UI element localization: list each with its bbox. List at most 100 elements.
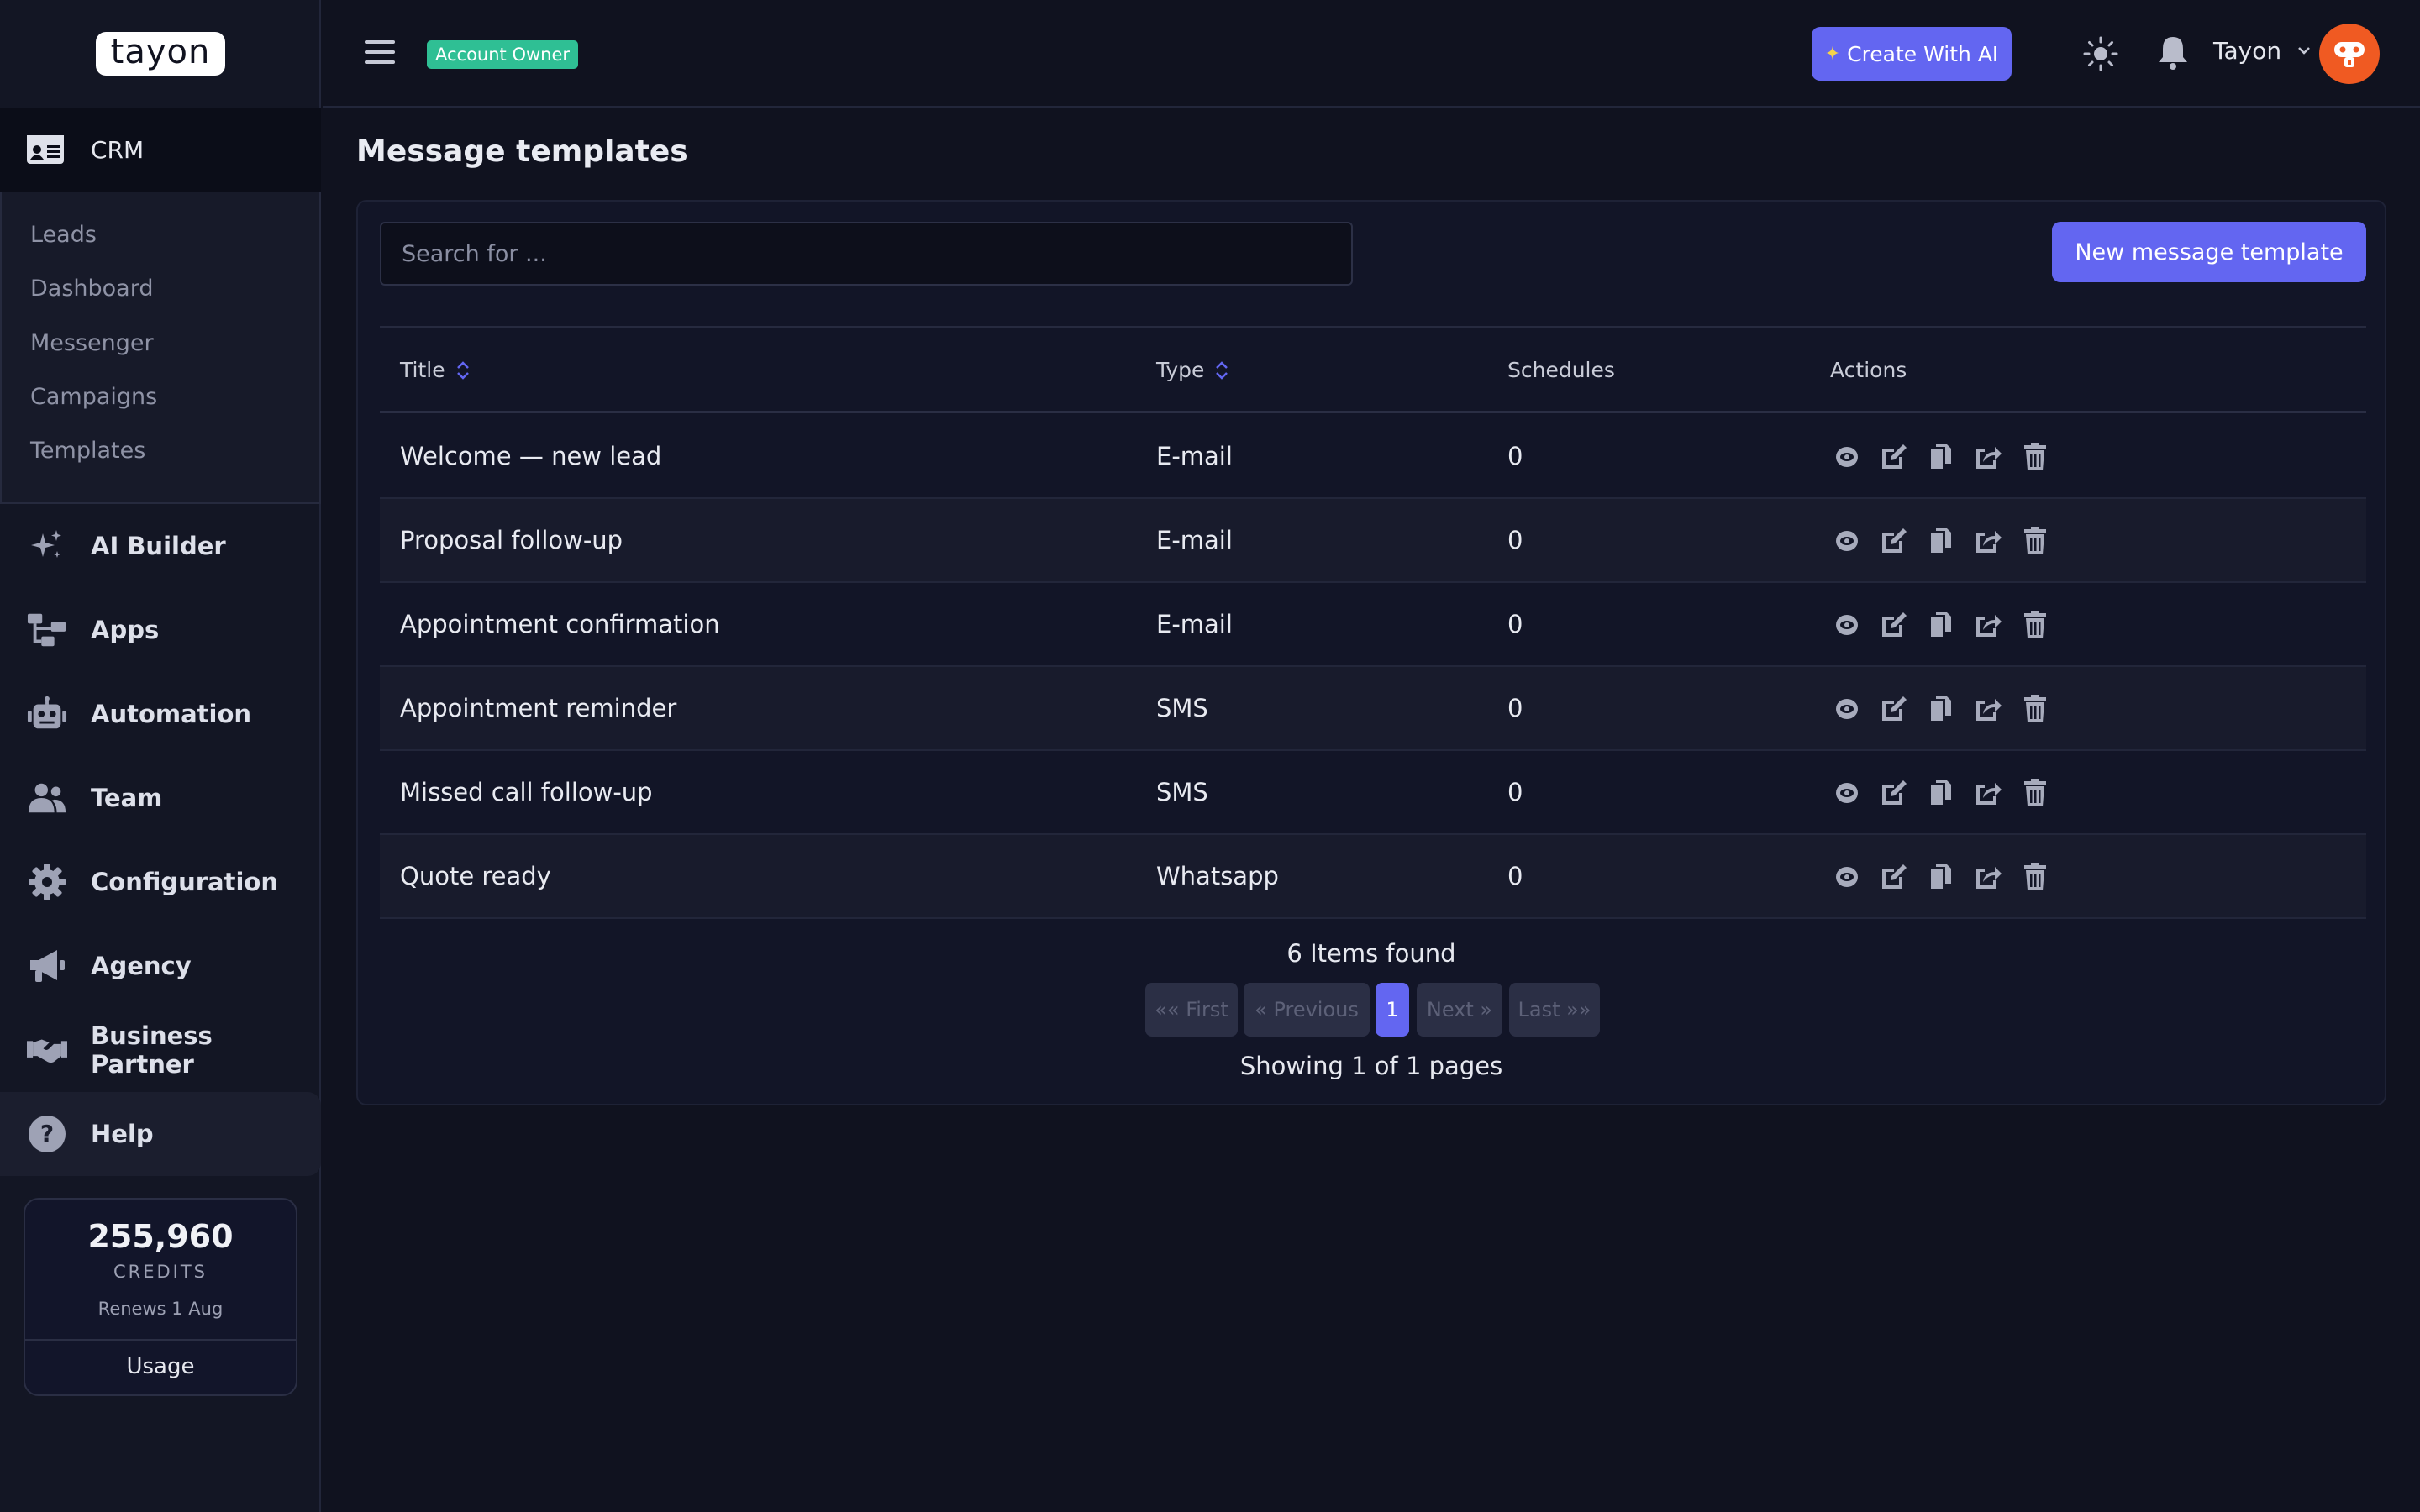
credits-amount: 255,960: [87, 1218, 234, 1255]
eye-icon[interactable]: [1830, 524, 1864, 558]
trash-icon[interactable]: [2018, 692, 2052, 726]
table-row[interactable]: Missed call follow-up SMS 0: [380, 751, 2366, 835]
page-previous-button[interactable]: « Previous: [1244, 983, 1370, 1037]
share-icon[interactable]: [1971, 524, 2005, 558]
page-next-button[interactable]: Next »: [1417, 983, 1502, 1037]
menu-toggle-icon[interactable]: [365, 40, 395, 66]
row-actions: [1830, 440, 2065, 474]
eye-icon[interactable]: [1830, 692, 1864, 726]
edit-icon[interactable]: [1877, 776, 1911, 810]
edit-icon[interactable]: [1877, 440, 1911, 474]
sidebar-item-team[interactable]: Team: [0, 756, 321, 840]
trash-icon[interactable]: [2018, 776, 2052, 810]
copy-icon[interactable]: [1924, 860, 1958, 894]
sidebar-item-crm[interactable]: CRM: [0, 108, 321, 192]
sidebar-item-help[interactable]: ? Help: [0, 1092, 321, 1176]
cell-type: E-mail: [1156, 610, 1233, 638]
copy-icon[interactable]: [1924, 524, 1958, 558]
avatar[interactable]: [2319, 24, 2380, 84]
megaphone-icon: [27, 946, 67, 986]
sidebar-item-agency[interactable]: Agency: [0, 924, 321, 1008]
column-header-title[interactable]: Title: [400, 358, 471, 382]
column-header-label: Type: [1156, 358, 1205, 382]
logo-area[interactable]: tayon: [0, 0, 321, 108]
column-header-label: Actions: [1830, 358, 1907, 382]
column-header-type[interactable]: Type: [1156, 358, 1229, 382]
sidebar-item-configuration[interactable]: Configuration: [0, 840, 321, 924]
column-header-actions: Actions: [1830, 358, 1907, 382]
copy-icon[interactable]: [1924, 776, 1958, 810]
sidebar-subitem-dashboard[interactable]: Dashboard: [30, 276, 153, 302]
sidebar-subitem-messenger[interactable]: Messenger: [30, 330, 154, 356]
column-header-schedules: Schedules: [1507, 358, 1615, 382]
share-icon[interactable]: [1971, 608, 2005, 642]
trash-icon[interactable]: [2018, 524, 2052, 558]
table-row[interactable]: Appointment confirmation E-mail 0: [380, 583, 2366, 667]
page-current-button[interactable]: 1: [1376, 983, 1409, 1037]
theme-toggle-sun-icon[interactable]: [2082, 35, 2119, 72]
edit-icon[interactable]: [1877, 860, 1911, 894]
sidebar-item-apps[interactable]: Apps: [0, 588, 321, 672]
sidebar-item-business-partner[interactable]: Business Partner: [0, 1008, 321, 1092]
eye-icon[interactable]: [1830, 860, 1864, 894]
share-icon[interactable]: [1971, 692, 2005, 726]
usage-link[interactable]: Usage: [25, 1354, 296, 1379]
cell-schedules: 0: [1507, 442, 1523, 470]
pagination-summary: Showing 1 of 1 pages: [1239, 1052, 1503, 1080]
gear-icon: [27, 862, 67, 902]
role-badge: Account Owner: [427, 40, 579, 69]
share-icon[interactable]: [1971, 776, 2005, 810]
table-row[interactable]: Quote ready Whatsapp 0: [380, 835, 2366, 919]
table-row[interactable]: Welcome — new lead E-mail 0: [380, 415, 2366, 499]
handshake-icon: [27, 1030, 67, 1070]
copy-icon[interactable]: [1924, 608, 1958, 642]
sidebar-subitem-campaigns[interactable]: Campaigns: [30, 384, 157, 410]
page-last-button[interactable]: Last »»: [1509, 983, 1600, 1037]
table-row[interactable]: Appointment reminder SMS 0: [380, 667, 2366, 751]
credits-card: 255,960 CREDITS Renews 1 Aug Usage: [24, 1198, 297, 1396]
pagination: «« First « Previous 1 Next » Last »»: [358, 983, 2385, 1038]
sidebar-item-ai-builder[interactable]: AI Builder: [0, 504, 321, 588]
sort-icon[interactable]: [1214, 359, 1229, 382]
eye-icon[interactable]: [1830, 776, 1864, 810]
cell-title: Appointment reminder: [400, 694, 677, 722]
cell-schedules: 0: [1507, 526, 1523, 554]
create-with-ai-button[interactable]: ✦ Create With AI: [1812, 27, 2012, 81]
table-header: Title Type Schedules Actions: [380, 328, 2366, 413]
eye-icon[interactable]: [1830, 608, 1864, 642]
eye-icon[interactable]: [1830, 440, 1864, 474]
cell-schedules: 0: [1507, 694, 1523, 722]
sidebar-subitem-leads[interactable]: Leads: [30, 222, 97, 248]
trash-icon[interactable]: [2018, 440, 2052, 474]
id-card-icon: [25, 129, 66, 170]
items-found-count: 6 Items found: [1286, 939, 1456, 968]
notifications-bell-icon[interactable]: [2156, 34, 2190, 71]
cell-title: Appointment confirmation: [400, 610, 720, 638]
cell-title: Proposal follow-up: [400, 526, 623, 554]
edit-icon[interactable]: [1877, 608, 1911, 642]
page-first-button[interactable]: «« First: [1145, 983, 1238, 1037]
chevron-down-icon[interactable]: [2296, 42, 2312, 59]
edit-icon[interactable]: [1877, 524, 1911, 558]
copy-icon[interactable]: [1924, 692, 1958, 726]
sort-icon[interactable]: [455, 359, 471, 382]
crm-submenu: Leads Dashboard Messenger Campaigns Temp…: [0, 192, 321, 504]
trash-icon[interactable]: [2018, 608, 2052, 642]
sidebar-subitem-templates[interactable]: Templates: [30, 438, 145, 464]
trash-icon[interactable]: [2018, 860, 2052, 894]
sidebar-item-automation[interactable]: Automation: [0, 672, 321, 756]
share-icon[interactable]: [1971, 440, 2005, 474]
edit-icon[interactable]: [1877, 692, 1911, 726]
sidebar-item-label: Agency: [91, 952, 192, 980]
user-name[interactable]: Tayon: [2213, 37, 2281, 65]
cell-schedules: 0: [1507, 778, 1523, 806]
brand-logo[interactable]: tayon: [95, 32, 226, 76]
table-row[interactable]: Proposal follow-up E-mail 0: [380, 499, 2366, 583]
sparkles-icon: ✦: [1824, 43, 1841, 65]
cell-type: Whatsapp: [1156, 862, 1279, 890]
new-message-template-button[interactable]: New message template: [2052, 222, 2366, 282]
credits-unit: CREDITS: [113, 1262, 208, 1282]
copy-icon[interactable]: [1924, 440, 1958, 474]
share-icon[interactable]: [1971, 860, 2005, 894]
search-input[interactable]: [380, 222, 1353, 286]
